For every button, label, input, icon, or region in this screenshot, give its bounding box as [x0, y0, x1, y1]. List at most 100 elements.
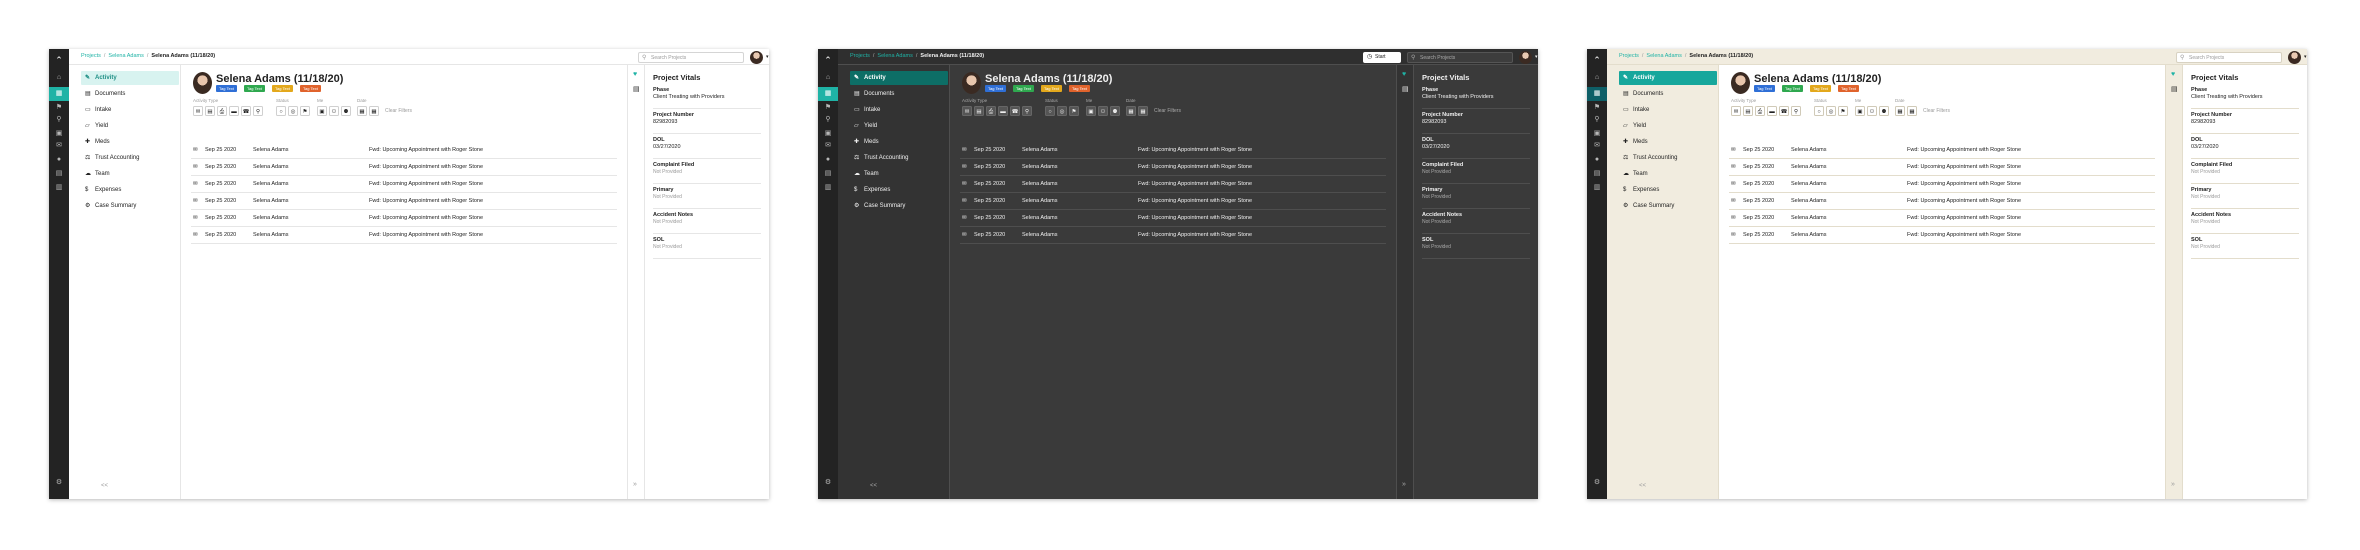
activity-row[interactable]: ✉ Sep 25 2020 Selena Adams Fwd: Upcoming Ap… — [191, 211, 617, 227]
filter-date-button[interactable]: ▦ — [369, 106, 379, 116]
filter-me-button[interactable]: ⚇ — [329, 106, 339, 116]
filter-me-button[interactable]: ▣ — [1855, 106, 1865, 116]
activity-row[interactable]: ✉ Sep 25 2020 Selena Adams Fwd: Upcoming Ap… — [1729, 228, 2155, 244]
rail-home-icon[interactable]: ⌂ — [49, 71, 69, 85]
filter-me-button[interactable]: ⚇ — [1867, 106, 1877, 116]
collapse-nav-button[interactable]: << — [1639, 483, 1646, 489]
rail-home-icon[interactable]: ⌂ — [1587, 71, 1607, 85]
nav-item-case-summary[interactable]: ⚙ Case Summary — [850, 199, 948, 213]
filter-date-button[interactable]: ▦ — [1907, 106, 1917, 116]
activity-row[interactable]: ✉ Sep 25 2020 Selena Adams Fwd: Upcoming Ap… — [1729, 143, 2155, 159]
filter-status-button[interactable]: ◎ — [1057, 106, 1067, 116]
nav-item-meds[interactable]: ✚ Meds — [81, 135, 179, 149]
settings-gear-icon[interactable]: ⚙ — [49, 476, 69, 490]
activity-row[interactable]: ✉ Sep 25 2020 Selena Adams Fwd: Upcoming Ap… — [960, 160, 1386, 176]
activity-row[interactable]: ✉ Sep 25 2020 Selena Adams Fwd: Upcoming Ap… — [191, 228, 617, 244]
search-input[interactable]: ⚲ Search Projects — [638, 52, 744, 63]
app-logo-icon[interactable]: ⌃ — [1591, 55, 1603, 65]
app-logo-icon[interactable]: ⌃ — [53, 55, 65, 65]
filter-type-button[interactable]: ⚲ — [1022, 106, 1032, 116]
filter-me-button[interactable]: ⚇ — [1098, 106, 1108, 116]
vitals-heart-icon[interactable]: ♥ — [2171, 71, 2175, 78]
rail-search-icon[interactable]: ⚲ — [818, 113, 838, 127]
vitals-notes-icon[interactable]: ▤ — [2171, 85, 2178, 93]
nav-item-case-summary[interactable]: ⚙ Case Summary — [81, 199, 179, 213]
filter-me-button[interactable]: ▣ — [317, 106, 327, 116]
nav-item-trust-accounting[interactable]: ⚖ Trust Accounting — [81, 151, 179, 165]
tag-badge[interactable]: Tag Text — [1041, 85, 1062, 92]
tag-badge[interactable]: Tag Text — [1013, 85, 1034, 92]
activity-row[interactable]: ✉ Sep 25 2020 Selena Adams Fwd: Upcoming Ap… — [1729, 160, 2155, 176]
activity-row[interactable]: ✉ Sep 25 2020 Selena Adams Fwd: Upcoming Ap… — [191, 194, 617, 210]
nav-item-documents[interactable]: ▤ Documents — [1619, 87, 1717, 101]
filter-type-button[interactable]: ▤ — [974, 106, 984, 116]
breadcrumb-link[interactable]: Projects — [81, 53, 101, 59]
search-input[interactable]: ⚲ Search Projects — [2176, 52, 2282, 63]
rail-calendar-icon[interactable]: ▤ — [818, 167, 838, 181]
nav-item-yield[interactable]: ▱ Yield — [1619, 119, 1717, 133]
filter-type-button[interactable]: ▬ — [998, 106, 1008, 116]
filter-type-button[interactable]: ✉ — [962, 106, 972, 116]
nav-item-intake[interactable]: ▭ Intake — [850, 103, 948, 117]
filter-type-button[interactable]: ⎙ — [217, 106, 227, 116]
user-avatar[interactable] — [2288, 51, 2301, 64]
collapse-nav-button[interactable]: << — [101, 483, 108, 489]
activity-row[interactable]: ✉ Sep 25 2020 Selena Adams Fwd: Upcoming Ap… — [960, 177, 1386, 193]
filter-status-button[interactable]: ⚑ — [1069, 106, 1079, 116]
nav-item-meds[interactable]: ✚ Meds — [1619, 135, 1717, 149]
nav-item-intake[interactable]: ▭ Intake — [81, 103, 179, 117]
nav-item-yield[interactable]: ▱ Yield — [81, 119, 179, 133]
filter-type-button[interactable]: ⎙ — [986, 106, 996, 116]
search-input[interactable]: ⚲ Search Projects — [1407, 52, 1513, 63]
activity-row[interactable]: ✉ Sep 25 2020 Selena Adams Fwd: Upcoming Ap… — [960, 228, 1386, 244]
filter-type-button[interactable]: ☎ — [1010, 106, 1020, 116]
nav-item-meds[interactable]: ✚ Meds — [850, 135, 948, 149]
filter-status-button[interactable]: ○ — [1814, 106, 1824, 116]
expand-panel-icon[interactable]: » — [1402, 481, 1406, 488]
filter-type-button[interactable]: ▤ — [1743, 106, 1753, 116]
nav-item-expenses[interactable]: $ Expenses — [850, 183, 948, 197]
filter-date-button[interactable]: ▦ — [1138, 106, 1148, 116]
nav-item-documents[interactable]: ▤ Documents — [81, 87, 179, 101]
nav-item-expenses[interactable]: $ Expenses — [81, 183, 179, 197]
filter-type-button[interactable]: ☎ — [1779, 106, 1789, 116]
filter-type-button[interactable]: ⚲ — [1791, 106, 1801, 116]
tag-badge[interactable]: Tag Text — [272, 85, 293, 92]
nav-item-expenses[interactable]: $ Expenses — [1619, 183, 1717, 197]
tag-badge[interactable]: Tag Text — [244, 85, 265, 92]
settings-gear-icon[interactable]: ⚙ — [1587, 476, 1607, 490]
filter-status-button[interactable]: ⚑ — [300, 106, 310, 116]
rail-home-icon[interactable]: ⌂ — [818, 71, 838, 85]
rail-projects-icon[interactable]: ▦ — [49, 87, 69, 101]
activity-row[interactable]: ✉ Sep 25 2020 Selena Adams Fwd: Upcoming Ap… — [191, 143, 617, 159]
breadcrumb-link[interactable]: Projects — [850, 53, 870, 59]
vitals-heart-icon[interactable]: ♥ — [1402, 71, 1406, 78]
collapse-nav-button[interactable]: << — [870, 483, 877, 489]
rail-projects-icon[interactable]: ▦ — [1587, 87, 1607, 101]
rail-calendar-icon[interactable]: ▤ — [1587, 167, 1607, 181]
nav-item-trust-accounting[interactable]: ⚖ Trust Accounting — [1619, 151, 1717, 165]
nav-item-trust-accounting[interactable]: ⚖ Trust Accounting — [850, 151, 948, 165]
tag-badge[interactable]: Tag Text — [1069, 85, 1090, 92]
tag-badge[interactable]: Tag Text — [1782, 85, 1803, 92]
rail-contacts-icon[interactable]: ● — [1587, 153, 1607, 167]
filter-type-button[interactable]: ✉ — [1731, 106, 1741, 116]
activity-row[interactable]: ✉ Sep 25 2020 Selena Adams Fwd: Upcoming Ap… — [191, 160, 617, 176]
activity-row[interactable]: ✉ Sep 25 2020 Selena Adams Fwd: Upcoming Ap… — [191, 177, 617, 193]
expand-panel-icon[interactable]: » — [2171, 481, 2175, 488]
nav-item-activity[interactable]: ✎ Activity — [850, 71, 948, 85]
rail-calendar-icon[interactable]: ▤ — [49, 167, 69, 181]
settings-gear-icon[interactable]: ⚙ — [818, 476, 838, 490]
rail-mail-icon[interactable]: ✉ — [1587, 139, 1607, 153]
filter-status-button[interactable]: ⚑ — [1838, 106, 1848, 116]
filter-type-button[interactable]: ⚲ — [253, 106, 263, 116]
vitals-heart-icon[interactable]: ♥ — [633, 71, 637, 78]
rail-contacts-icon[interactable]: ● — [49, 153, 69, 167]
vitals-notes-icon[interactable]: ▤ — [633, 85, 640, 93]
nav-item-team[interactable]: ☁ Team — [850, 167, 948, 181]
filter-status-button[interactable]: ○ — [1045, 106, 1055, 116]
filter-type-button[interactable]: ▬ — [1767, 106, 1777, 116]
clear-filters-link[interactable]: Clear Filters — [1154, 108, 1181, 114]
activity-row[interactable]: ✉ Sep 25 2020 Selena Adams Fwd: Upcoming Ap… — [960, 194, 1386, 210]
filter-me-button[interactable]: ⚉ — [1879, 106, 1889, 116]
